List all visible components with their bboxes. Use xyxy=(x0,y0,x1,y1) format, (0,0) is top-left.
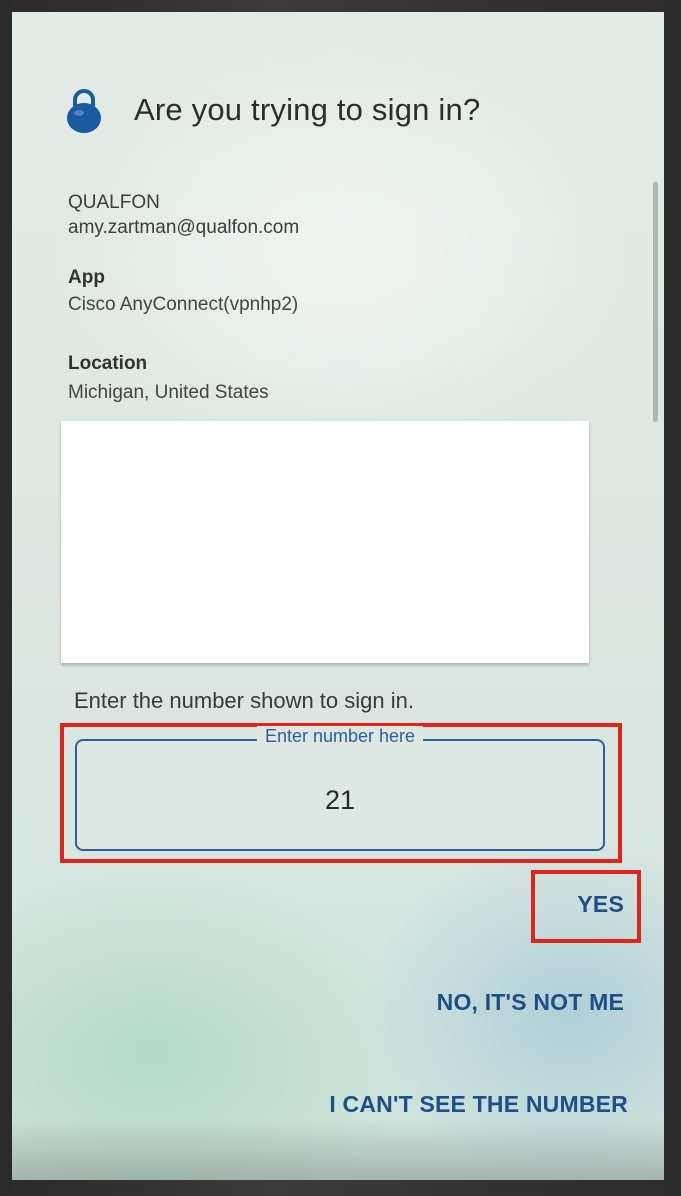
app-value: Cisco AnyConnect(vpnhp2) xyxy=(68,294,299,315)
cant-see-number-button[interactable]: I CAN'T SEE THE NUMBER xyxy=(329,1091,628,1118)
dialog-title: Are you trying to sign in? xyxy=(134,92,481,127)
not-me-button[interactable]: NO, IT'S NOT ME xyxy=(437,989,624,1016)
redacted-area xyxy=(61,421,589,663)
sign-in-dialog: Are you trying to sign in? QUALFON amy.z… xyxy=(12,12,664,1180)
sign-in-instruction: Enter the number shown to sign in. xyxy=(74,688,414,713)
account-email: amy.zartman@qualfon.com xyxy=(68,217,300,238)
scrollbar[interactable] xyxy=(653,182,658,422)
number-input[interactable]: Enter number here 21 xyxy=(75,726,605,851)
yes-button[interactable]: YES xyxy=(577,891,624,918)
lock-icon xyxy=(64,86,104,134)
location-value: Michigan, United States xyxy=(68,382,269,403)
dialog-header: Are you trying to sign in? xyxy=(64,86,480,134)
location-label: Location xyxy=(68,353,148,374)
number-input-value[interactable]: 21 xyxy=(77,785,603,816)
organization-name: QUALFON xyxy=(68,192,160,213)
phone-frame: Are you trying to sign in? QUALFON amy.z… xyxy=(0,0,681,1196)
screen-edge-shadow xyxy=(12,1120,664,1180)
account-info: QUALFON amy.zartman@qualfon.com xyxy=(68,190,299,240)
number-input-legend: Enter number here xyxy=(256,726,424,747)
app-label: App xyxy=(68,267,105,288)
